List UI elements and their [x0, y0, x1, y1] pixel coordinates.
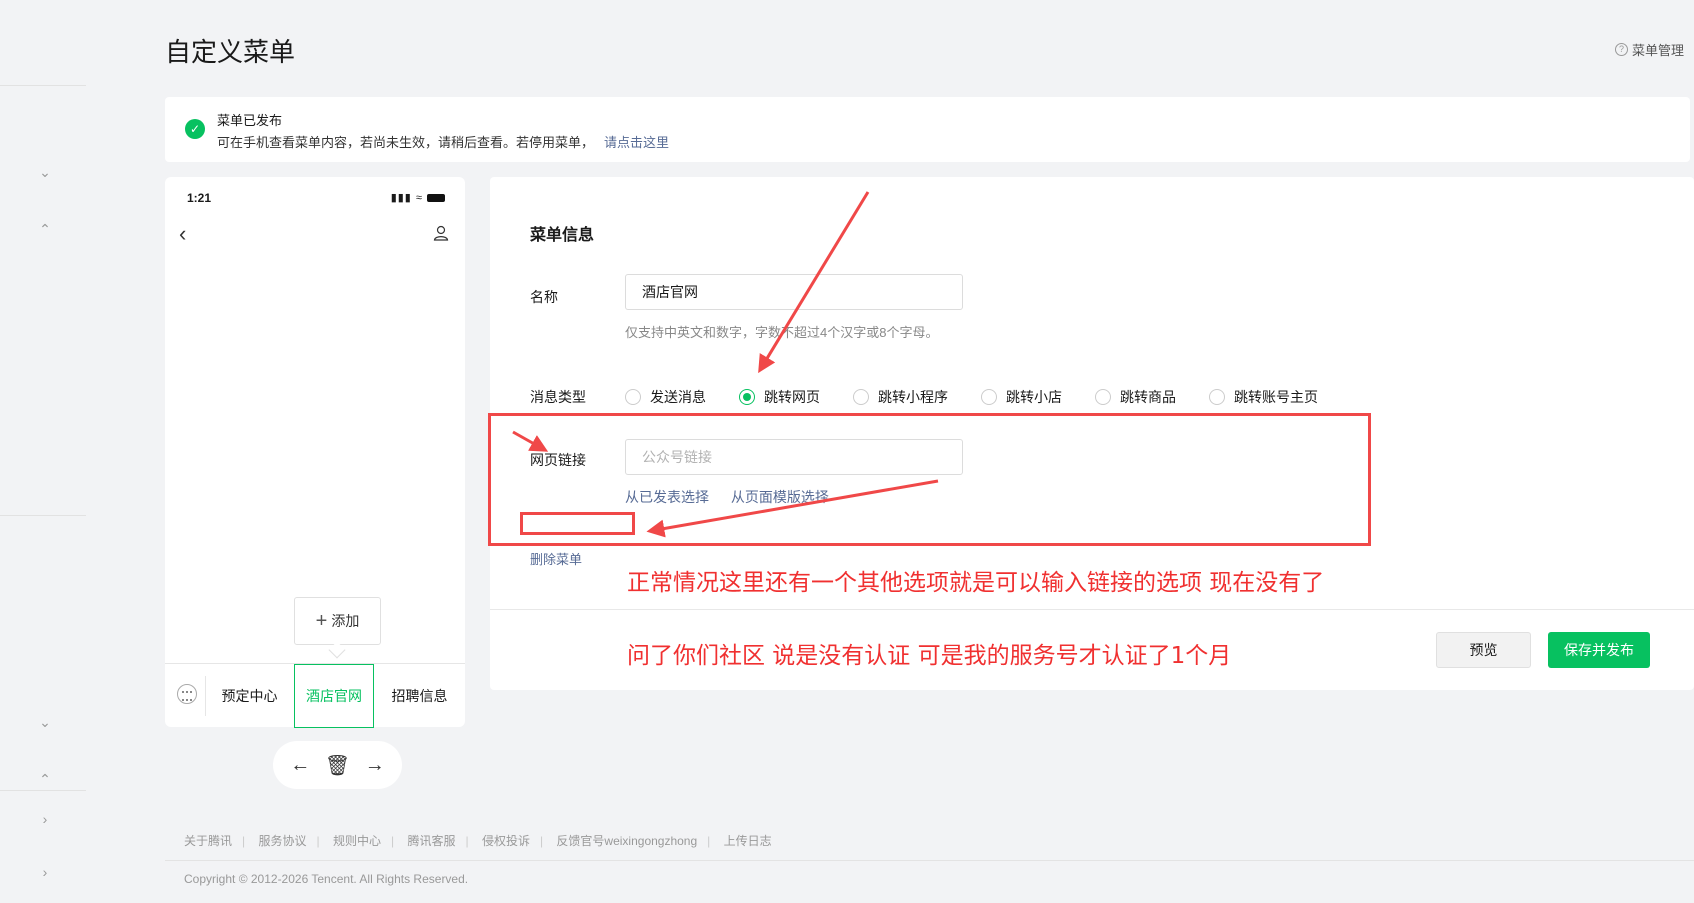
footer-link[interactable]: 关于腾讯: [184, 834, 232, 848]
footer-separator: |: [465, 834, 469, 848]
annotation-arrow: [646, 479, 939, 538]
footer-divider: [165, 860, 1694, 861]
footer-link[interactable]: 服务协议: [258, 834, 306, 848]
footer-separator: |: [316, 834, 320, 848]
footer-links: 关于腾讯 | 服务协议 | 规则中心 | 腾讯客服 | 侵权投诉 | 反馈官号weixin…: [184, 832, 772, 849]
footer-separator: |: [390, 834, 395, 848]
footer-link[interactable]: 规则中心: [333, 834, 381, 848]
footer-separator: |: [539, 834, 544, 848]
annotation-arrow: [758, 191, 870, 374]
footer-separator: |: [707, 834, 711, 848]
footer-link[interactable]: 反馈官号weixingongzhong: [556, 834, 697, 848]
footer-link[interactable]: 上传日志: [724, 834, 772, 848]
annotation-arrows: [512, 191, 939, 538]
footer-link[interactable]: 腾讯客服: [407, 834, 455, 848]
footer-separator: |: [242, 834, 246, 848]
footer-link[interactable]: 侵权投诉: [482, 834, 530, 848]
copyright: Copyright © 2012-2026 Tencent. All Right…: [184, 872, 469, 886]
annotation-arrow: [512, 430, 549, 452]
